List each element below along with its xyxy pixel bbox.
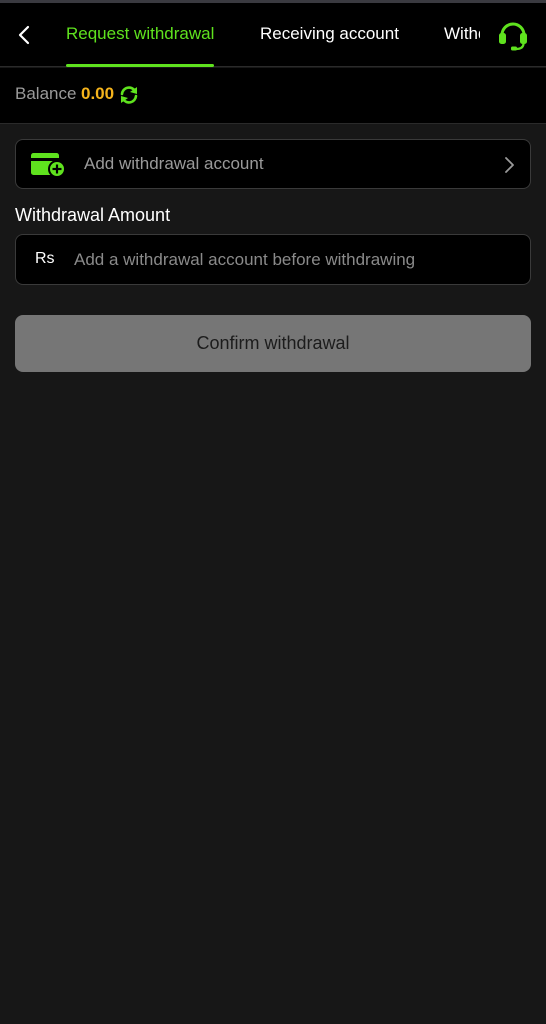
confirm-withdrawal-button[interactable]: Confirm withdrawal bbox=[15, 315, 531, 372]
balance-bar: Balance 0.00 bbox=[0, 68, 546, 124]
headset-icon bbox=[499, 22, 527, 51]
withdrawal-amount-title: Withdrawal Amount bbox=[15, 205, 171, 225]
balance-label: Balance bbox=[15, 84, 77, 103]
back-button[interactable] bbox=[10, 19, 38, 51]
chevron-left-icon bbox=[18, 25, 30, 45]
currency-symbol: Rs bbox=[35, 250, 55, 267]
tab-label: Receiving account bbox=[260, 24, 399, 43]
balance-value: 0.00 bbox=[81, 84, 115, 103]
tab-withdrawal-record[interactable]: Withdrawal record bbox=[444, 3, 480, 67]
withdrawal-amount-field: Rs bbox=[15, 234, 531, 285]
tab-request-withdrawal[interactable]: Request withdrawal bbox=[66, 3, 215, 67]
wallet-add-icon bbox=[31, 153, 66, 178]
customer-support-button[interactable] bbox=[494, 17, 532, 53]
active-tab-indicator bbox=[66, 64, 215, 67]
withdrawal-amount-input[interactable] bbox=[72, 243, 512, 277]
tab-label: Withdrawal record bbox=[444, 24, 480, 43]
add-account-label: Add withdrawal account bbox=[84, 154, 264, 173]
chevron-right-icon bbox=[505, 157, 514, 173]
tab-receiving-account[interactable]: Receiving account bbox=[260, 3, 399, 67]
tab-bar: Request withdrawal Receiving account Wit… bbox=[50, 3, 480, 67]
refresh-icon[interactable] bbox=[118, 84, 140, 106]
add-withdrawal-account-button[interactable]: Add withdrawal account bbox=[15, 139, 531, 189]
tab-label: Request withdrawal bbox=[66, 24, 215, 43]
top-nav-bar: Request withdrawal Receiving account Wit… bbox=[0, 3, 546, 67]
